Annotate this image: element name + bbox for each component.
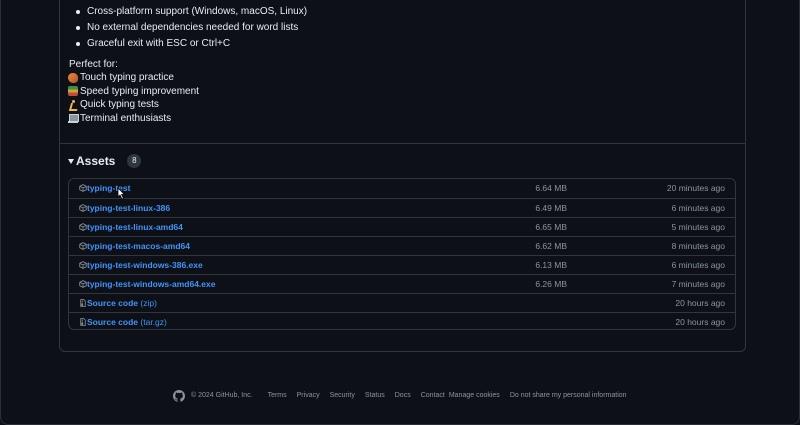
asset-timestamp: 20 minutes ago bbox=[666, 183, 725, 193]
package-icon bbox=[79, 184, 87, 192]
asset-download-link[interactable]: typing-test-windows-386.exe bbox=[87, 256, 203, 274]
perfect-for-label: Terminal enthusiasts bbox=[80, 112, 172, 124]
asset-download-link[interactable]: typing-test-linux-amd64 bbox=[87, 218, 183, 236]
asset-size: 6.13 MB bbox=[535, 260, 567, 270]
assets-count-badge: 8 bbox=[127, 154, 142, 168]
asset-name: typing-test-macos-amd64 bbox=[87, 241, 190, 251]
assets-title: Assets bbox=[76, 154, 116, 168]
asset-row: typing-test-linux-386 6.49 MB 6 minutes ag… bbox=[69, 198, 735, 217]
asset-download-link[interactable]: typing-test-linux-386 bbox=[87, 199, 170, 217]
runner-icon bbox=[68, 99, 78, 110]
asset-size: 6.49 MB bbox=[535, 203, 567, 213]
github-logo-icon[interactable] bbox=[173, 389, 185, 402]
asset-row: Source code (zip) 20 hours ago bbox=[69, 293, 735, 312]
file-zip-icon bbox=[80, 318, 86, 326]
asset-row: typing-test-macos-amd64 6.62 MB 8 minutes … bbox=[69, 236, 735, 255]
asset-download-link[interactable]: Source code (tar.gz) bbox=[87, 313, 167, 329]
feature-item: Cross-platform support (Windows, macOS, … bbox=[75, 4, 307, 20]
asset-name: Source code bbox=[87, 298, 139, 308]
asset-row: typing-test-windows-amd64.exe 6.26 MB 7 mi… bbox=[69, 274, 735, 293]
asset-row: typing-test 6.64 MB 20 minutes ago bbox=[69, 179, 735, 198]
file-zip-icon bbox=[80, 299, 86, 307]
asset-row: Source code (tar.gz) 20 hours ago bbox=[69, 312, 735, 329]
asset-name: typing-test-linux-386 bbox=[87, 203, 171, 213]
feature-list: Cross-platform support (Windows, macOS, … bbox=[75, 4, 307, 52]
footer-copyright: © 2024 GitHub, Inc. bbox=[191, 392, 253, 399]
perfect-for-label: Touch typing practice bbox=[80, 72, 174, 84]
asset-timestamp: 5 minutes ago bbox=[671, 222, 725, 232]
package-icon bbox=[79, 242, 87, 250]
feature-item: Graceful exit with ESC or Ctrl+C bbox=[75, 36, 307, 52]
perfect-for-label: Quick typing tests bbox=[80, 99, 159, 111]
package-icon bbox=[79, 261, 87, 269]
asset-timestamp: 20 hours ago bbox=[675, 317, 725, 327]
asset-format: (tar.gz) bbox=[140, 317, 167, 327]
books-icon bbox=[68, 86, 78, 97]
package-icon bbox=[79, 280, 87, 288]
asset-timestamp: 6 minutes ago bbox=[671, 260, 725, 270]
guitar-icon bbox=[68, 72, 78, 83]
perfect-for-item: Speed typing improvement bbox=[68, 85, 199, 99]
asset-row: typing-test-linux-amd64 6.65 MB 5 minutes … bbox=[69, 217, 735, 236]
laptop-icon bbox=[68, 113, 79, 124]
perfect-for-item: Terminal enthusiasts bbox=[68, 112, 199, 126]
assets-toggle[interactable]: Assets 8 bbox=[68, 154, 142, 168]
asset-size: 6.64 MB bbox=[535, 183, 567, 193]
footer-link-status[interactable]: Status bbox=[365, 392, 385, 399]
asset-download-link[interactable]: Source code (zip) bbox=[87, 294, 157, 312]
package-icon bbox=[79, 204, 87, 212]
asset-download-link[interactable]: typing-test-macos-amd64 bbox=[87, 237, 190, 255]
footer-link-security[interactable]: Security bbox=[330, 392, 355, 399]
asset-size: 6.26 MB bbox=[535, 279, 567, 289]
asset-name: typing-test-windows-amd64.exe bbox=[87, 279, 216, 289]
perfect-for-label: Speed typing improvement bbox=[80, 85, 199, 97]
asset-size: 6.65 MB bbox=[535, 222, 567, 232]
asset-timestamp: 7 minutes ago bbox=[671, 279, 725, 289]
footer-link-do-not-share[interactable]: Do not share my personal information bbox=[510, 392, 627, 399]
asset-download-link[interactable]: typing-test-windows-amd64.exe bbox=[87, 275, 215, 293]
perfect-for-item: Touch typing practice bbox=[68, 71, 199, 85]
mouse-cursor-icon bbox=[117, 187, 126, 200]
asset-row: typing-test-windows-386.exe 6.13 MB 6 minu… bbox=[69, 255, 735, 274]
asset-format: (zip) bbox=[140, 298, 157, 308]
package-icon bbox=[79, 223, 87, 231]
caret-down-icon bbox=[68, 158, 74, 164]
asset-name: typing-test-windows-386.exe bbox=[87, 260, 203, 270]
footer-link-manage-cookies[interactable]: Manage cookies bbox=[449, 392, 500, 399]
feature-item: No external dependencies needed for word… bbox=[75, 20, 307, 36]
perfect-for-list: Touch typing practice Speed typing impro… bbox=[68, 71, 199, 125]
asset-name: typing-test-linux-amd64 bbox=[87, 222, 183, 232]
footer-link-contact[interactable]: Contact bbox=[421, 392, 445, 399]
asset-name: Source code bbox=[87, 317, 139, 327]
asset-timestamp: 20 hours ago bbox=[675, 298, 725, 308]
asset-timestamp: 8 minutes ago bbox=[671, 241, 725, 251]
perfect-for-item: Quick typing tests bbox=[68, 98, 199, 112]
footer-link-privacy[interactable]: Privacy bbox=[297, 392, 320, 399]
assets-list: typing-test 6.64 MB 20 minutes ago typing-t… bbox=[68, 178, 736, 330]
footer-link-docs[interactable]: Docs bbox=[395, 392, 411, 399]
site-footer: © 2024 GitHub, Inc. Terms Privacy Securi… bbox=[173, 389, 637, 402]
perfect-for-heading: Perfect for: bbox=[69, 59, 118, 70]
asset-size: 6.62 MB bbox=[535, 241, 567, 251]
asset-timestamp: 6 minutes ago bbox=[671, 203, 725, 213]
section-divider bbox=[59, 143, 746, 144]
footer-link-terms[interactable]: Terms bbox=[268, 392, 287, 399]
